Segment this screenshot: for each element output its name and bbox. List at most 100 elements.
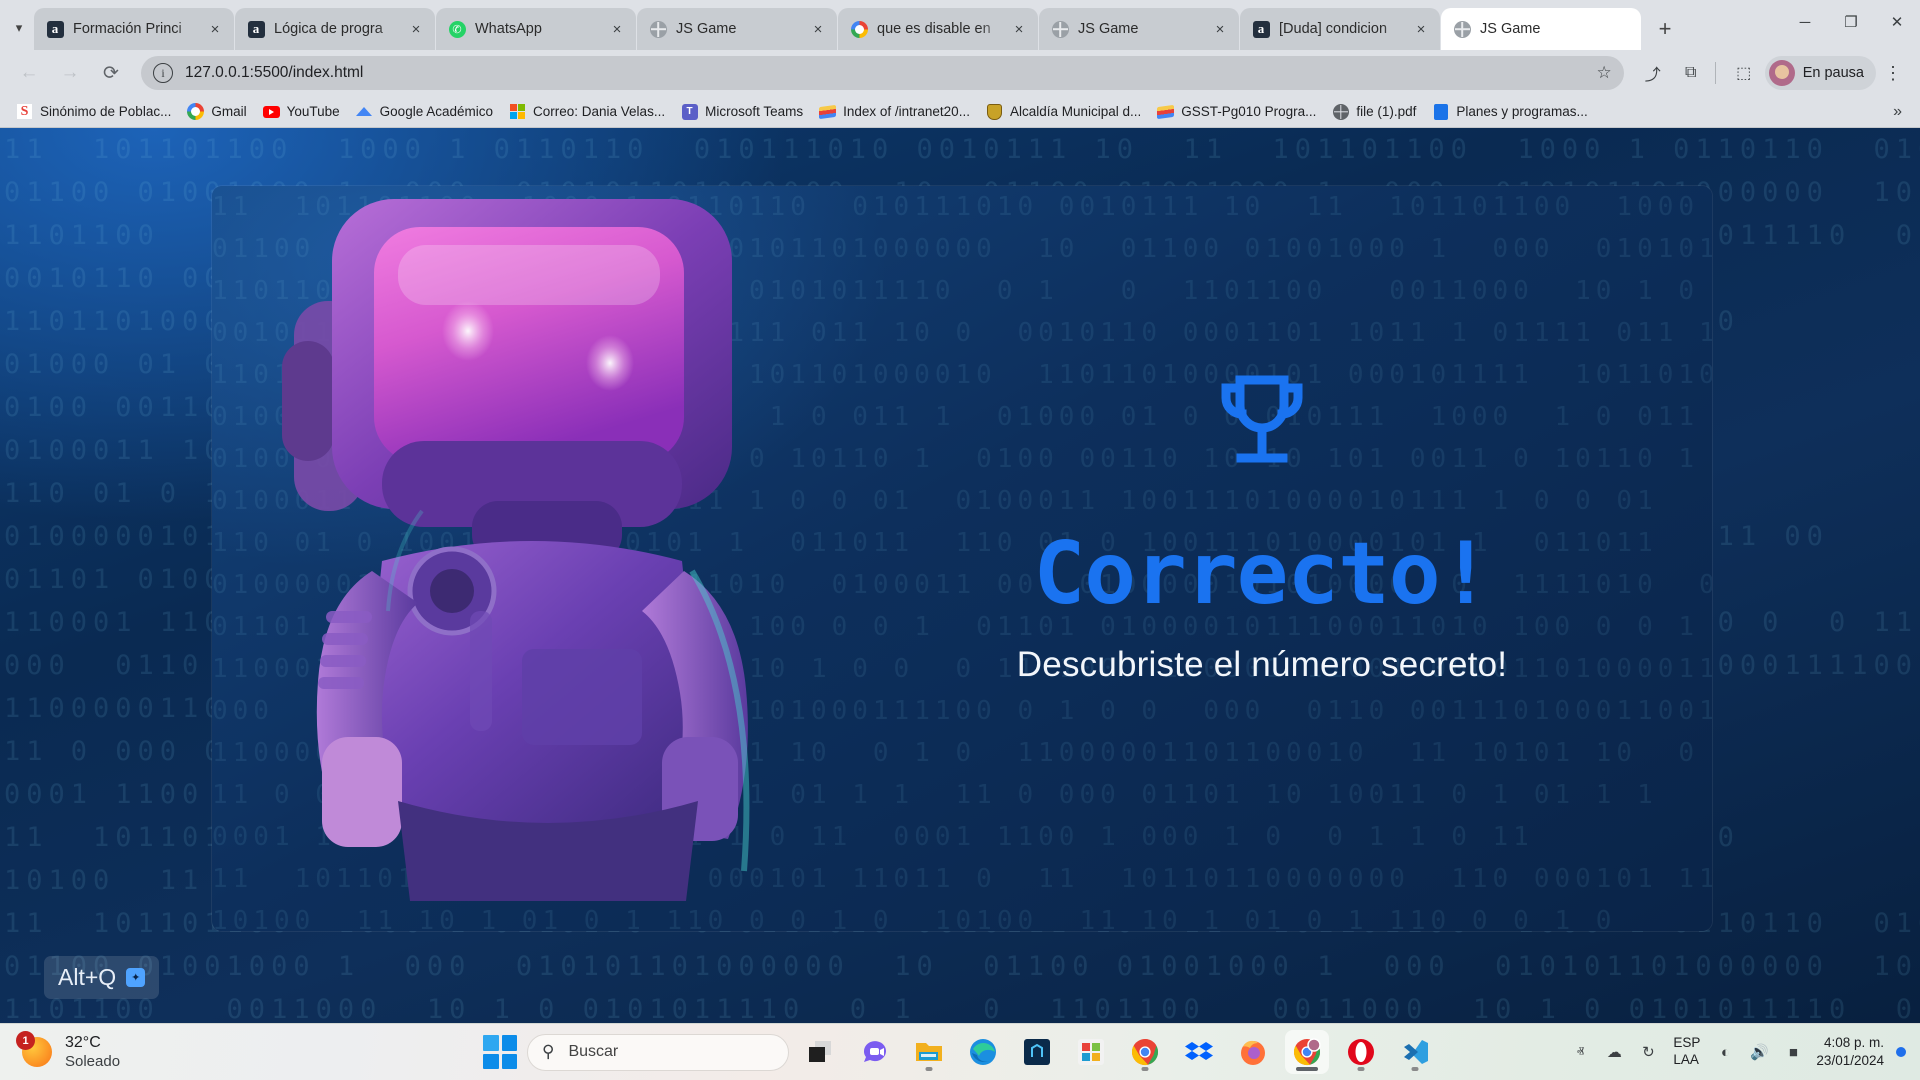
windows-taskbar: 1 32°C Soleado ⚲ Buscar ⱏ ☁ ↻ ESP LAA ◐ … <box>0 1023 1920 1080</box>
battery-icon[interactable]: ■ <box>1778 1037 1808 1067</box>
profile-button[interactable]: En pausa <box>1764 56 1876 90</box>
minimize-button[interactable]: ─ <box>1782 0 1828 44</box>
url-text[interactable]: 127.0.0.1:5500/index.html <box>185 64 363 82</box>
bookmark-item[interactable]: YouTube <box>255 99 348 125</box>
bookmark-label: Index of /intranet20... <box>843 104 970 119</box>
page-title: Correcto! <box>1033 524 1492 624</box>
address-bar[interactable]: i 127.0.0.1:5500/index.html ☆ <box>141 56 1624 90</box>
maximize-button[interactable]: ❐ <box>1828 0 1874 44</box>
edge-icon[interactable] <box>961 1030 1005 1074</box>
youtube-icon <box>262 103 280 120</box>
weather-text: 32°C Soleado <box>65 1033 120 1072</box>
bookmark-label: Microsoft Teams <box>705 104 804 119</box>
bookmark-item[interactable]: Google Académico <box>348 99 501 125</box>
bookmark-item[interactable]: Alcaldía Municipal d... <box>978 99 1149 125</box>
office-icon[interactable] <box>1069 1030 1113 1074</box>
chrome-menu-icon[interactable]: ⋮ <box>1876 56 1910 90</box>
bookmark-item[interactable]: Planes y programas... <box>1424 99 1595 125</box>
browser-toolbar: ← → ⟳ i 127.0.0.1:5500/index.html ☆ ⤴ ⧉ … <box>0 50 1920 96</box>
speaker-icon[interactable]: 🔊 <box>1744 1037 1774 1067</box>
bookmark-item[interactable]: file (1).pdf <box>1324 99 1424 125</box>
task-view-icon[interactable] <box>799 1030 843 1074</box>
vscode-icon[interactable] <box>1393 1030 1437 1074</box>
weather-condition: Soleado <box>65 1052 121 1070</box>
browser-tab[interactable]: ✆ WhatsApp × <box>436 8 636 50</box>
sparkle-icon: ✦ <box>126 968 146 987</box>
chat-icon[interactable] <box>853 1030 897 1074</box>
microsoft-icon <box>509 103 526 120</box>
language-line-1: ESP <box>1673 1035 1701 1051</box>
update-icon[interactable]: ↻ <box>1633 1037 1663 1067</box>
amazon-icon: a <box>247 20 265 38</box>
tab-search-chevron-down-icon[interactable]: ▾ <box>4 6 34 50</box>
opera-icon[interactable] <box>1339 1030 1383 1074</box>
tab-title: [Duda] condicion <box>1279 21 1388 37</box>
tab-title: Lógica de progra <box>274 21 383 37</box>
running-indicator <box>1296 1067 1318 1071</box>
start-icon[interactable] <box>483 1035 517 1069</box>
back-button[interactable]: ← <box>10 54 48 92</box>
browser-tab[interactable]: a Lógica de progra × <box>235 8 435 50</box>
amazon-icon: a <box>46 20 64 38</box>
bookmark-item[interactable]: GSST-Pg010 Progra... <box>1149 99 1324 125</box>
browser-tab[interactable]: JS Game × <box>1039 8 1239 50</box>
notification-dot[interactable] <box>1896 1047 1906 1057</box>
search-icon: ⚲ <box>542 1042 555 1061</box>
bookmarks-bar: S Sinónimo de Poblac... Gmail YouTube Google… <box>0 96 1920 128</box>
close-window-button[interactable]: ✕ <box>1874 0 1920 44</box>
profile-label: En pausa <box>1802 65 1864 81</box>
extensions-icon[interactable]: ⧉ <box>1674 56 1708 90</box>
tab-close-icon[interactable]: × <box>1410 18 1432 40</box>
weather-widget[interactable]: 1 32°C Soleado <box>0 1031 120 1072</box>
chrome-profile-icon[interactable] <box>1285 1030 1329 1074</box>
result-message: Correcto! Descubriste el número secreto! <box>812 186 1712 931</box>
gmail-icon <box>187 103 205 120</box>
site-info-icon[interactable]: i <box>153 63 173 83</box>
bookmark-item[interactable]: Gmail <box>179 99 254 125</box>
tab-close-icon[interactable]: × <box>204 18 226 40</box>
tab-close-icon[interactable]: × <box>1008 18 1030 40</box>
search-input[interactable]: ⚲ Buscar <box>527 1033 789 1071</box>
cloud-icon[interactable]: ☁ <box>1599 1037 1629 1067</box>
bookmark-item[interactable]: T Microsoft Teams <box>673 99 811 125</box>
clock[interactable]: 4:08 p. m. 23/01/2024 <box>1812 1034 1892 1069</box>
tab-close-icon[interactable]: × <box>606 18 628 40</box>
bookmarks-overflow-button[interactable]: » <box>1883 103 1912 121</box>
shield-icon <box>986 103 1003 120</box>
dropbox-icon[interactable] <box>1177 1030 1221 1074</box>
browser-tab[interactable]: que es disable en × <box>838 8 1038 50</box>
wifi-icon[interactable]: ◐ <box>1710 1037 1740 1067</box>
file-explorer-icon[interactable] <box>907 1030 951 1074</box>
browser-tab[interactable]: a [Duda] condicion × <box>1240 8 1440 50</box>
teams-icon: T <box>681 103 698 120</box>
new-tab-button[interactable]: + <box>1648 12 1682 46</box>
weather-temperature: 32°C <box>65 1033 101 1051</box>
firefox-icon[interactable] <box>1231 1030 1275 1074</box>
bookmark-label: Sinónimo de Poblac... <box>40 104 172 119</box>
reload-button[interactable]: ⟳ <box>92 54 130 92</box>
bookmark-item[interactable]: Correo: Dania Velas... <box>501 99 673 125</box>
browser-tab[interactable]: a Formación Princi × <box>34 8 234 50</box>
browser-tab[interactable]: JS Game × <box>637 8 837 50</box>
tab-close-icon[interactable]: × <box>807 18 829 40</box>
bookmark-label: GSST-Pg010 Progra... <box>1181 104 1317 119</box>
alt-q-shortcut-hint[interactable]: Alt+Q ✦ <box>44 956 160 999</box>
tab-close-icon[interactable]: × <box>1209 18 1231 40</box>
store-icon[interactable] <box>1015 1030 1059 1074</box>
tray-chevron-up-icon[interactable]: ⱏ <box>1565 1037 1595 1067</box>
browser-tab[interactable]: JS Game <box>1441 8 1641 50</box>
toolbar-divider <box>1714 62 1716 84</box>
language-indicator[interactable]: ESP LAA <box>1667 1035 1706 1069</box>
bookmark-item[interactable]: Index of /intranet20... <box>811 99 978 125</box>
bookmark-item[interactable]: S Sinónimo de Poblac... <box>8 99 179 125</box>
bookmark-label: Planes y programas... <box>1456 104 1588 119</box>
side-panel-icon[interactable]: ⬚ <box>1727 56 1761 90</box>
forward-button[interactable]: → <box>51 54 89 92</box>
share-icon[interactable]: ⤴ <box>1636 56 1670 90</box>
tab-close-icon[interactable]: × <box>405 18 427 40</box>
chrome-icon[interactable] <box>1123 1030 1167 1074</box>
tab-title: WhatsApp <box>475 21 542 37</box>
bookmark-star-icon[interactable]: ☆ <box>1596 63 1611 83</box>
document-icon <box>1432 103 1449 120</box>
system-tray: ⱏ ☁ ↻ ESP LAA ◐ 🔊 ■ 4:08 p. m. 23/01/202… <box>1565 1034 1920 1069</box>
